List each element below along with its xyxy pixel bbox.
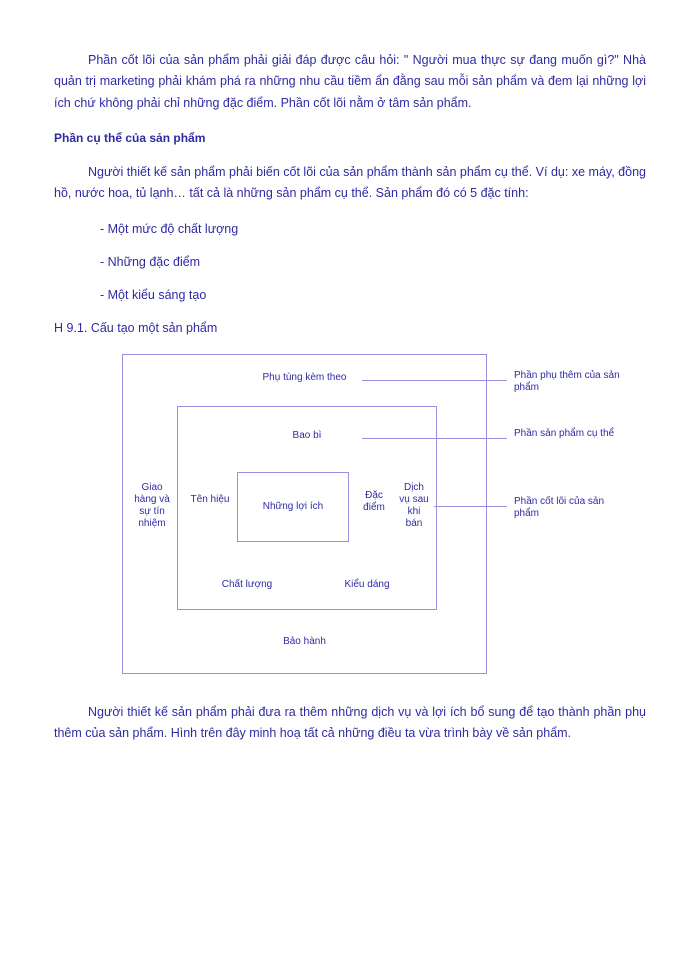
outer-left-label: Giao hàng và sự tín nhiệm bbox=[130, 482, 174, 530]
bullet-1: - Một mức độ chất lượng bbox=[54, 219, 646, 240]
connector-inner bbox=[434, 506, 507, 507]
paragraph-summary: Người thiết kế sản phẩm phải đưa ra thêm… bbox=[54, 702, 646, 745]
figure-caption: H 9.1. Cấu tạo một sản phẩm bbox=[54, 318, 646, 339]
legend-middle: Phần sản phẩm cụ thể bbox=[514, 428, 624, 440]
bullet-2: - Những đặc điểm bbox=[54, 252, 646, 273]
middle-top-label: Bao bì bbox=[177, 430, 437, 442]
product-diagram: Phụ tùng kèm theo Giao hàng và sự tín nh… bbox=[62, 354, 622, 684]
inner-center-label: Những lợi ích bbox=[237, 501, 349, 513]
legend-inner: Phần cốt lõi của sản phẩm bbox=[514, 496, 624, 520]
outer-top-label: Phụ tùng kèm theo bbox=[122, 372, 487, 384]
middle-left-label: Tên hiệu bbox=[190, 494, 230, 506]
connector-outer bbox=[362, 380, 507, 381]
middle-right-bottom-label: Dịch vụ sau khi bán bbox=[398, 482, 430, 530]
legend-outer: Phần phụ thêm của sản phẩm bbox=[514, 370, 624, 394]
middle-right-top-label: Đặc điểm bbox=[356, 490, 392, 514]
connector-middle bbox=[362, 438, 507, 439]
outer-bottom-label: Bảo hành bbox=[122, 636, 487, 648]
bullet-3: - Một kiểu sáng tạo bbox=[54, 285, 646, 306]
paragraph-core: Phần cốt lõi của sản phẩm phải giải đáp … bbox=[54, 50, 646, 114]
paragraph-concrete: Người thiết kế sản phẩm phải biến cốt lõ… bbox=[54, 162, 646, 205]
middle-bottom-right-label: Kiểu dáng bbox=[322, 579, 412, 591]
middle-bottom-left-label: Chất lượng bbox=[202, 579, 292, 591]
section-heading: Phần cụ thể của sản phẩm bbox=[54, 128, 646, 148]
